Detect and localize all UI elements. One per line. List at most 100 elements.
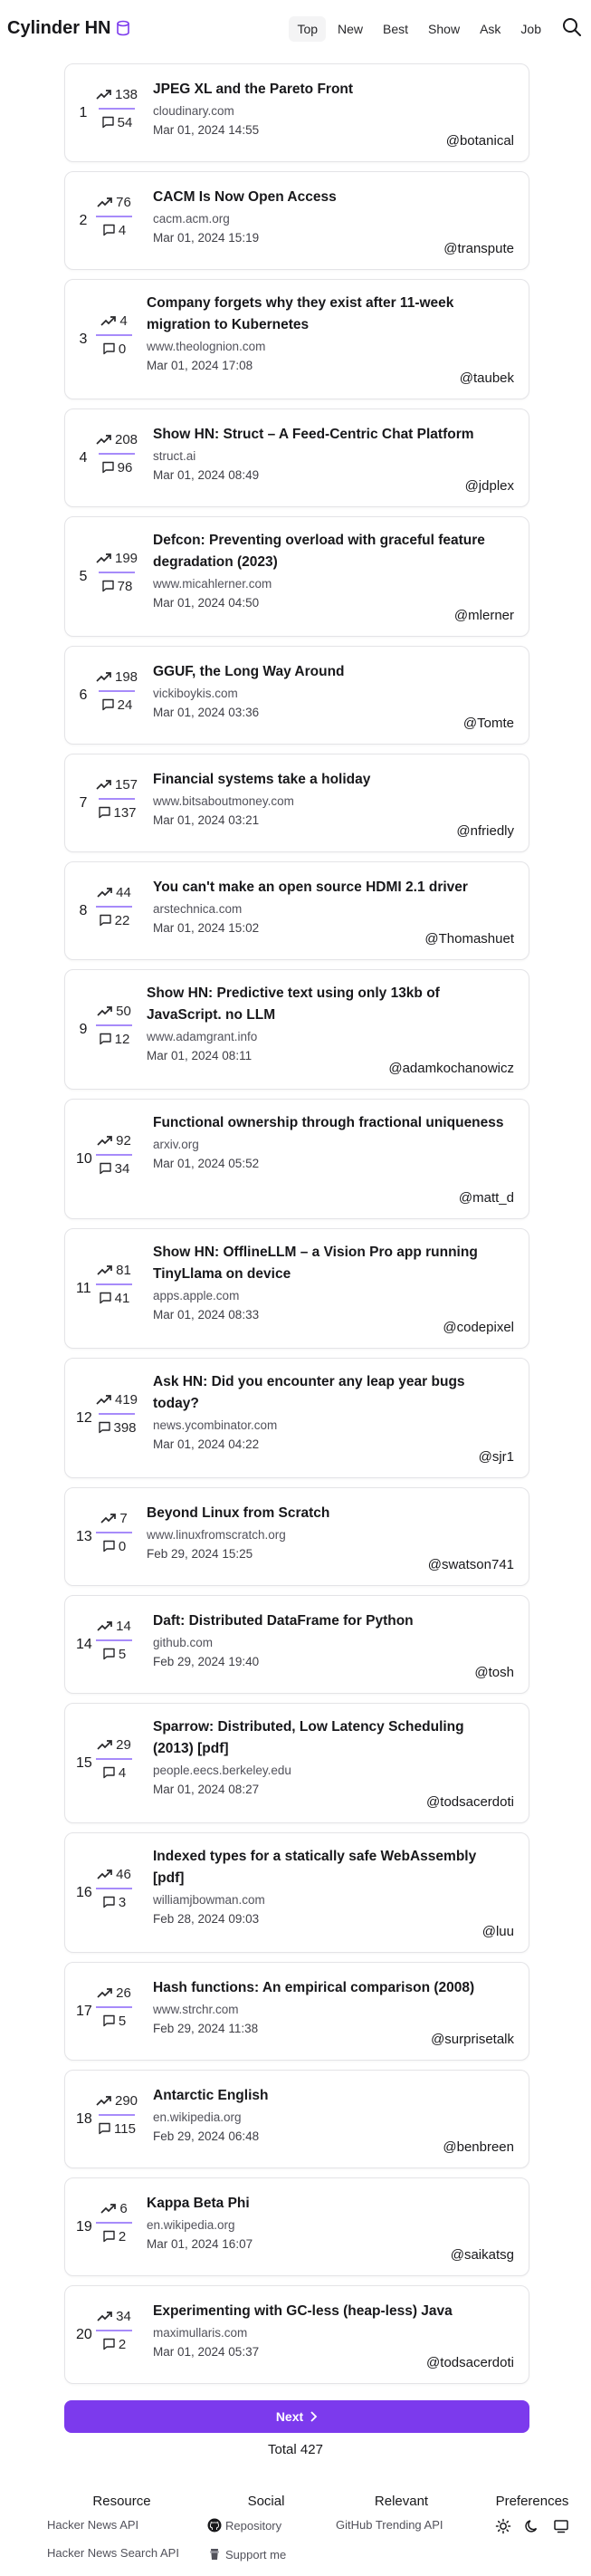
story-domain[interactable]: www.theolognion.com [147,340,500,353]
comments-row[interactable]: 398 [98,1420,137,1436]
points-row[interactable]: 50 [97,1004,131,1019]
tab-job[interactable]: Job [512,16,549,42]
story-author[interactable]: @taubek [460,370,514,386]
story-domain[interactable]: williamjbowman.com [153,1893,506,1907]
story-card[interactable]: 14 14 5 Daft: Distributed DataFrame for Pyt… [64,1595,529,1694]
story-author[interactable]: @tosh [474,1665,514,1680]
story-title[interactable]: CACM Is Now Open Access [153,187,506,208]
story-author[interactable]: @jdplex [465,478,514,494]
comments-row[interactable]: 4 [102,223,126,238]
story-title[interactable]: Daft: Distributed DataFrame for Python [153,1610,506,1632]
story-author[interactable]: @botanical [446,133,514,149]
comments-row[interactable]: 12 [99,1032,129,1047]
support-me-link[interactable]: Support me [207,2547,325,2562]
comments-row[interactable]: 22 [99,913,129,928]
story-card[interactable]: 12 419 398 Ask HN: Did you encounter any le… [64,1358,529,1478]
comments-row[interactable]: 0 [102,1539,126,1554]
story-title[interactable]: Financial systems take a holiday [153,769,506,791]
points-row[interactable]: 157 [96,777,138,793]
story-domain[interactable]: github.com [153,1636,506,1649]
story-domain[interactable]: struct.ai [153,449,506,463]
story-domain[interactable]: www.bitsaboutmoney.com [153,794,506,808]
search-icon[interactable] [562,17,582,37]
story-author[interactable]: @adamkochanowicz [388,1061,514,1076]
story-title[interactable]: Sparrow: Distributed, Low Latency Schedu… [153,1716,506,1760]
story-title[interactable]: Antarctic English [153,2085,506,2107]
points-row[interactable]: 29 [97,1737,131,1753]
repository-link[interactable]: Repository [207,2518,325,2533]
comments-row[interactable]: 78 [101,579,132,594]
story-card[interactable]: 18 290 115 Antarctic English en.wikipedia.or… [64,2070,529,2168]
story-title[interactable]: Functional ownership through fractional … [153,1112,506,1134]
story-title[interactable]: GGUF, the Long Way Around [153,661,506,683]
story-domain[interactable]: arxiv.org [153,1138,506,1151]
points-row[interactable]: 34 [97,2309,131,2324]
points-row[interactable]: 199 [96,551,138,566]
points-row[interactable]: 198 [96,669,138,685]
story-author[interactable]: @saikatsg [451,2247,514,2263]
tab-best[interactable]: Best [375,16,416,42]
story-domain[interactable]: vickiboykis.com [153,687,506,700]
story-author[interactable]: @Thomashuet [424,931,514,947]
story-card[interactable]: 19 6 2 Kappa Beta Phi en.wikipedia.org Mar 01… [64,2177,529,2276]
points-row[interactable]: 92 [97,1133,131,1149]
story-card[interactable]: 7 157 137 Financial systems take a holiday w… [64,754,529,852]
story-author[interactable]: @surprisetalk [431,2032,514,2047]
story-title[interactable]: You can't make an open source HDMI 2.1 d… [153,877,506,899]
story-author[interactable]: @swatson741 [428,1557,514,1572]
comments-row[interactable]: 41 [99,1291,129,1306]
story-author[interactable]: @todsacerdoti [426,2355,514,2370]
story-title[interactable]: Show HN: OfflineLLM – a Vision Pro app r… [153,1242,506,1285]
comments-row[interactable]: 115 [98,2121,136,2137]
story-domain[interactable]: cacm.acm.org [153,212,506,226]
story-card[interactable]: 5 199 78 Defcon: Preventing overload with g… [64,516,529,637]
story-card[interactable]: 1 138 54 JPEG XL and the Pareto Front cloudi… [64,63,529,162]
hacker-news-api-link[interactable]: Hacker News API [47,2518,196,2532]
story-card[interactable]: 13 7 0 Beyond Linux from Scratch www.linuxfr… [64,1487,529,1586]
story-title[interactable]: Beyond Linux from Scratch [147,1503,500,1524]
story-card[interactable]: 17 26 5 Hash functions: An empirical compar… [64,1962,529,2061]
story-title[interactable]: Indexed types for a statically safe WebA… [153,1846,506,1889]
comments-row[interactable]: 4 [102,1765,126,1781]
story-domain[interactable]: en.wikipedia.org [147,2218,500,2232]
story-card[interactable]: 6 198 24 GGUF, the Long Way Around vickiboyk… [64,646,529,745]
story-title[interactable]: Show HN: Predictive text using only 13kb… [147,983,500,1026]
points-row[interactable]: 7 [100,1511,128,1526]
tab-ask[interactable]: Ask [472,16,509,42]
moon-icon[interactable] [524,2518,540,2534]
story-author[interactable]: @luu [482,1924,514,1939]
sun-icon[interactable] [495,2518,511,2534]
story-domain[interactable]: maximullaris.com [153,2326,506,2340]
story-domain[interactable]: www.micahlerner.com [153,577,506,591]
story-author[interactable]: @benbreen [443,2139,514,2155]
story-title[interactable]: Hash functions: An empirical comparison … [153,1977,506,1999]
points-row[interactable]: 419 [96,1392,138,1408]
next-page-button[interactable]: Next [64,2400,529,2433]
tab-top[interactable]: Top [289,16,327,42]
comments-row[interactable]: 54 [101,115,132,130]
comments-row[interactable]: 0 [102,341,126,357]
story-card[interactable]: 11 81 41 Show HN: OfflineLLM – a Vision Pro… [64,1228,529,1349]
story-card[interactable]: 20 34 2 Experimenting with GC-less (heap-le… [64,2285,529,2384]
story-domain[interactable]: apps.apple.com [153,1289,506,1302]
points-row[interactable]: 44 [97,885,131,900]
story-author[interactable]: @transpute [443,241,514,256]
story-domain[interactable]: www.linuxfromscratch.org [147,1528,500,1542]
story-title[interactable]: Defcon: Preventing overload with gracefu… [153,530,506,573]
comments-row[interactable]: 96 [101,460,132,476]
comments-row[interactable]: 2 [102,2337,126,2352]
github-trending-api-link[interactable]: GitHub Trending API [336,2518,467,2532]
points-row[interactable]: 46 [97,1867,131,1882]
tab-show[interactable]: Show [420,16,468,42]
story-domain[interactable]: en.wikipedia.org [153,2110,506,2124]
points-row[interactable]: 4 [100,313,128,329]
points-row[interactable]: 138 [96,87,138,102]
comments-row[interactable]: 3 [102,1895,126,1910]
story-author[interactable]: @mlerner [454,608,514,623]
story-domain[interactable]: news.ycombinator.com [153,1418,506,1432]
story-card[interactable]: 15 29 4 Sparrow: Distributed, Low Latency S… [64,1703,529,1823]
story-author[interactable]: @codepixel [443,1320,514,1335]
points-row[interactable]: 208 [96,432,138,447]
points-row[interactable]: 26 [97,1985,131,2001]
story-author[interactable]: @todsacerdoti [426,1794,514,1810]
